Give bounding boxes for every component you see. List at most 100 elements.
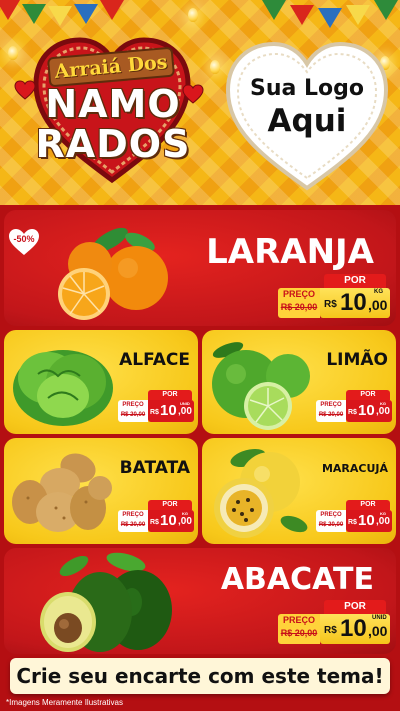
currency-symbol: R$	[324, 299, 337, 310]
new-price: R$ 10 ,00 UNID	[320, 614, 390, 644]
price-integer: 10	[160, 402, 177, 419]
product-card-limao[interactable]: LIMÃO POR PREÇO R$ 20,00 R$ 10 ,00 KG	[202, 330, 396, 434]
old-price-label: PREÇO	[282, 615, 315, 625]
product-name: ALFACE	[119, 350, 190, 370]
bunting-flag	[262, 0, 286, 20]
new-price: R$ 10 ,00 UNID	[148, 400, 194, 422]
currency-symbol: R$	[150, 409, 159, 416]
old-price: PREÇO R$ 20,00	[118, 400, 148, 422]
store-logo-placeholder[interactable]: Sua Logo Aqui	[222, 38, 392, 193]
bunting-flag	[374, 0, 398, 20]
old-price-label: PREÇO	[122, 402, 144, 408]
bunting-flag	[100, 0, 124, 20]
product-name: MARACUJÁ	[321, 462, 388, 475]
price-tag: POR PREÇO R$ 20,00 R$ 10 ,00 KG	[278, 274, 390, 320]
price-por-label: POR	[346, 390, 390, 400]
currency-symbol: R$	[150, 519, 159, 526]
lime-image	[212, 342, 310, 430]
old-price-label: PREÇO	[320, 512, 342, 518]
price-unit: KG	[182, 511, 188, 516]
discount-label: -50%	[13, 234, 35, 244]
discount-badge: -50%	[8, 228, 40, 256]
old-price-label: PREÇO	[282, 289, 315, 299]
currency-symbol: R$	[324, 625, 337, 636]
price-integer: 10	[358, 512, 375, 529]
light-bulb-icon	[210, 60, 220, 74]
price-por-label: POR	[346, 500, 390, 510]
currency-symbol: R$	[348, 519, 357, 526]
price-cents: ,00	[178, 406, 192, 417]
price-por-label: POR	[324, 274, 386, 288]
avocado-image	[40, 552, 172, 652]
event-logo: Arraiá Dos NAMO RADOS	[14, 28, 204, 188]
price-cents: ,00	[368, 623, 388, 639]
old-price: PREÇO R$ 20,00	[118, 510, 148, 532]
price-integer: 10	[160, 512, 177, 529]
new-price: R$ 10 ,00 KG	[320, 288, 390, 318]
old-price-value: R$ 20,00	[280, 302, 318, 312]
price-tag: POR PREÇO R$ 20,00 R$ 10 ,00 UNID	[118, 390, 194, 424]
product-name: LIMÃO	[326, 350, 388, 370]
price-por-label: POR	[324, 600, 386, 614]
old-price-value: R$ 20,00	[318, 522, 344, 528]
price-tag: POR PREÇO R$ 20,00 R$ 10 ,00 KG	[316, 390, 392, 424]
passion-fruit-image	[214, 448, 308, 538]
old-price: PREÇO R$ 20,00	[278, 288, 320, 318]
bunting-flag	[74, 4, 98, 24]
bunting-flag	[318, 8, 342, 28]
price-unit: KG	[380, 401, 386, 406]
potato-image	[12, 453, 112, 532]
light-bulb-icon	[188, 8, 198, 22]
product-name: LARANJA	[206, 232, 374, 272]
product-name: BATATA	[119, 458, 190, 478]
price-unit: KG	[380, 511, 386, 516]
product-name: ABACATE	[220, 562, 374, 597]
store-logo-line2: Aqui	[267, 103, 347, 139]
old-price: PREÇO R$ 20,00	[316, 400, 346, 422]
bunting-flag	[48, 6, 72, 26]
bunting-flag	[22, 4, 46, 24]
logo-title-line1: NAMO	[45, 82, 181, 126]
header-banner: Arraiá Dos NAMO RADOS Sua Logo Aqui	[0, 0, 400, 205]
price-por-label: POR	[148, 500, 192, 510]
new-price: R$ 10 ,00 KG	[148, 510, 194, 532]
product-card-abacate[interactable]: ABACATE POR PREÇO R$ 20,00 R$ 10 ,00 UNI…	[4, 548, 396, 654]
price-integer: 10	[340, 289, 367, 316]
new-price: R$ 10 ,00 KG	[346, 510, 392, 532]
lettuce-image	[13, 350, 113, 426]
product-card-batata[interactable]: BATATA POR PREÇO R$ 20,00 R$ 10 ,00 KG	[4, 438, 198, 544]
store-logo-line1: Sua Logo	[249, 76, 364, 101]
create-flyer-cta-button[interactable]: Crie seu encarte com este tema!	[10, 658, 390, 694]
store-logo-text: Sua Logo Aqui	[222, 76, 392, 140]
old-price-value: R$ 20,00	[318, 412, 344, 418]
product-card-alface[interactable]: ALFACE POR PREÇO R$ 20,00 R$ 10 ,00 UNID	[4, 330, 198, 434]
price-por-label: POR	[148, 390, 192, 400]
price-tag: POR PREÇO R$ 20,00 R$ 10 ,00 KG	[316, 500, 392, 534]
disclaimer-text: *Imagens Meramente Ilustrativas	[6, 698, 123, 707]
old-price: PREÇO R$ 20,00	[316, 510, 346, 532]
old-price-value: R$ 20,00	[120, 522, 146, 528]
logo-title: NAMO RADOS	[28, 84, 198, 164]
price-integer: 10	[358, 402, 375, 419]
price-tag: POR PREÇO R$ 20,00 R$ 10 ,00 UNID	[278, 600, 390, 646]
price-unit: UNID	[372, 615, 387, 621]
old-price-label: PREÇO	[122, 512, 144, 518]
old-price-value: R$ 20,00	[120, 412, 146, 418]
product-card-maracuja[interactable]: MARACUJÁ POR PREÇO R$ 20,00 R$ 10 ,00 KG	[202, 438, 396, 544]
orange-image	[58, 227, 168, 320]
price-cents: ,00	[178, 516, 192, 527]
bunting-flag	[290, 5, 314, 25]
price-cents: ,00	[376, 406, 390, 417]
price-integer: 10	[340, 615, 367, 642]
bunting-flag	[346, 5, 370, 25]
product-card-laranja[interactable]: -50% LARANJA POR PREÇO R$ 20,00 R$ 10 ,0…	[4, 210, 396, 326]
currency-symbol: R$	[348, 409, 357, 416]
price-cents: ,00	[376, 516, 390, 527]
price-cents: ,00	[368, 297, 388, 313]
logo-title-line2: RADOS	[35, 122, 191, 166]
old-price-label: PREÇO	[320, 402, 342, 408]
new-price: R$ 10 ,00 KG	[346, 400, 392, 422]
price-unit: KG	[374, 289, 383, 295]
price-unit: UNID	[180, 401, 190, 406]
price-tag: POR PREÇO R$ 20,00 R$ 10 ,00 KG	[118, 500, 194, 534]
